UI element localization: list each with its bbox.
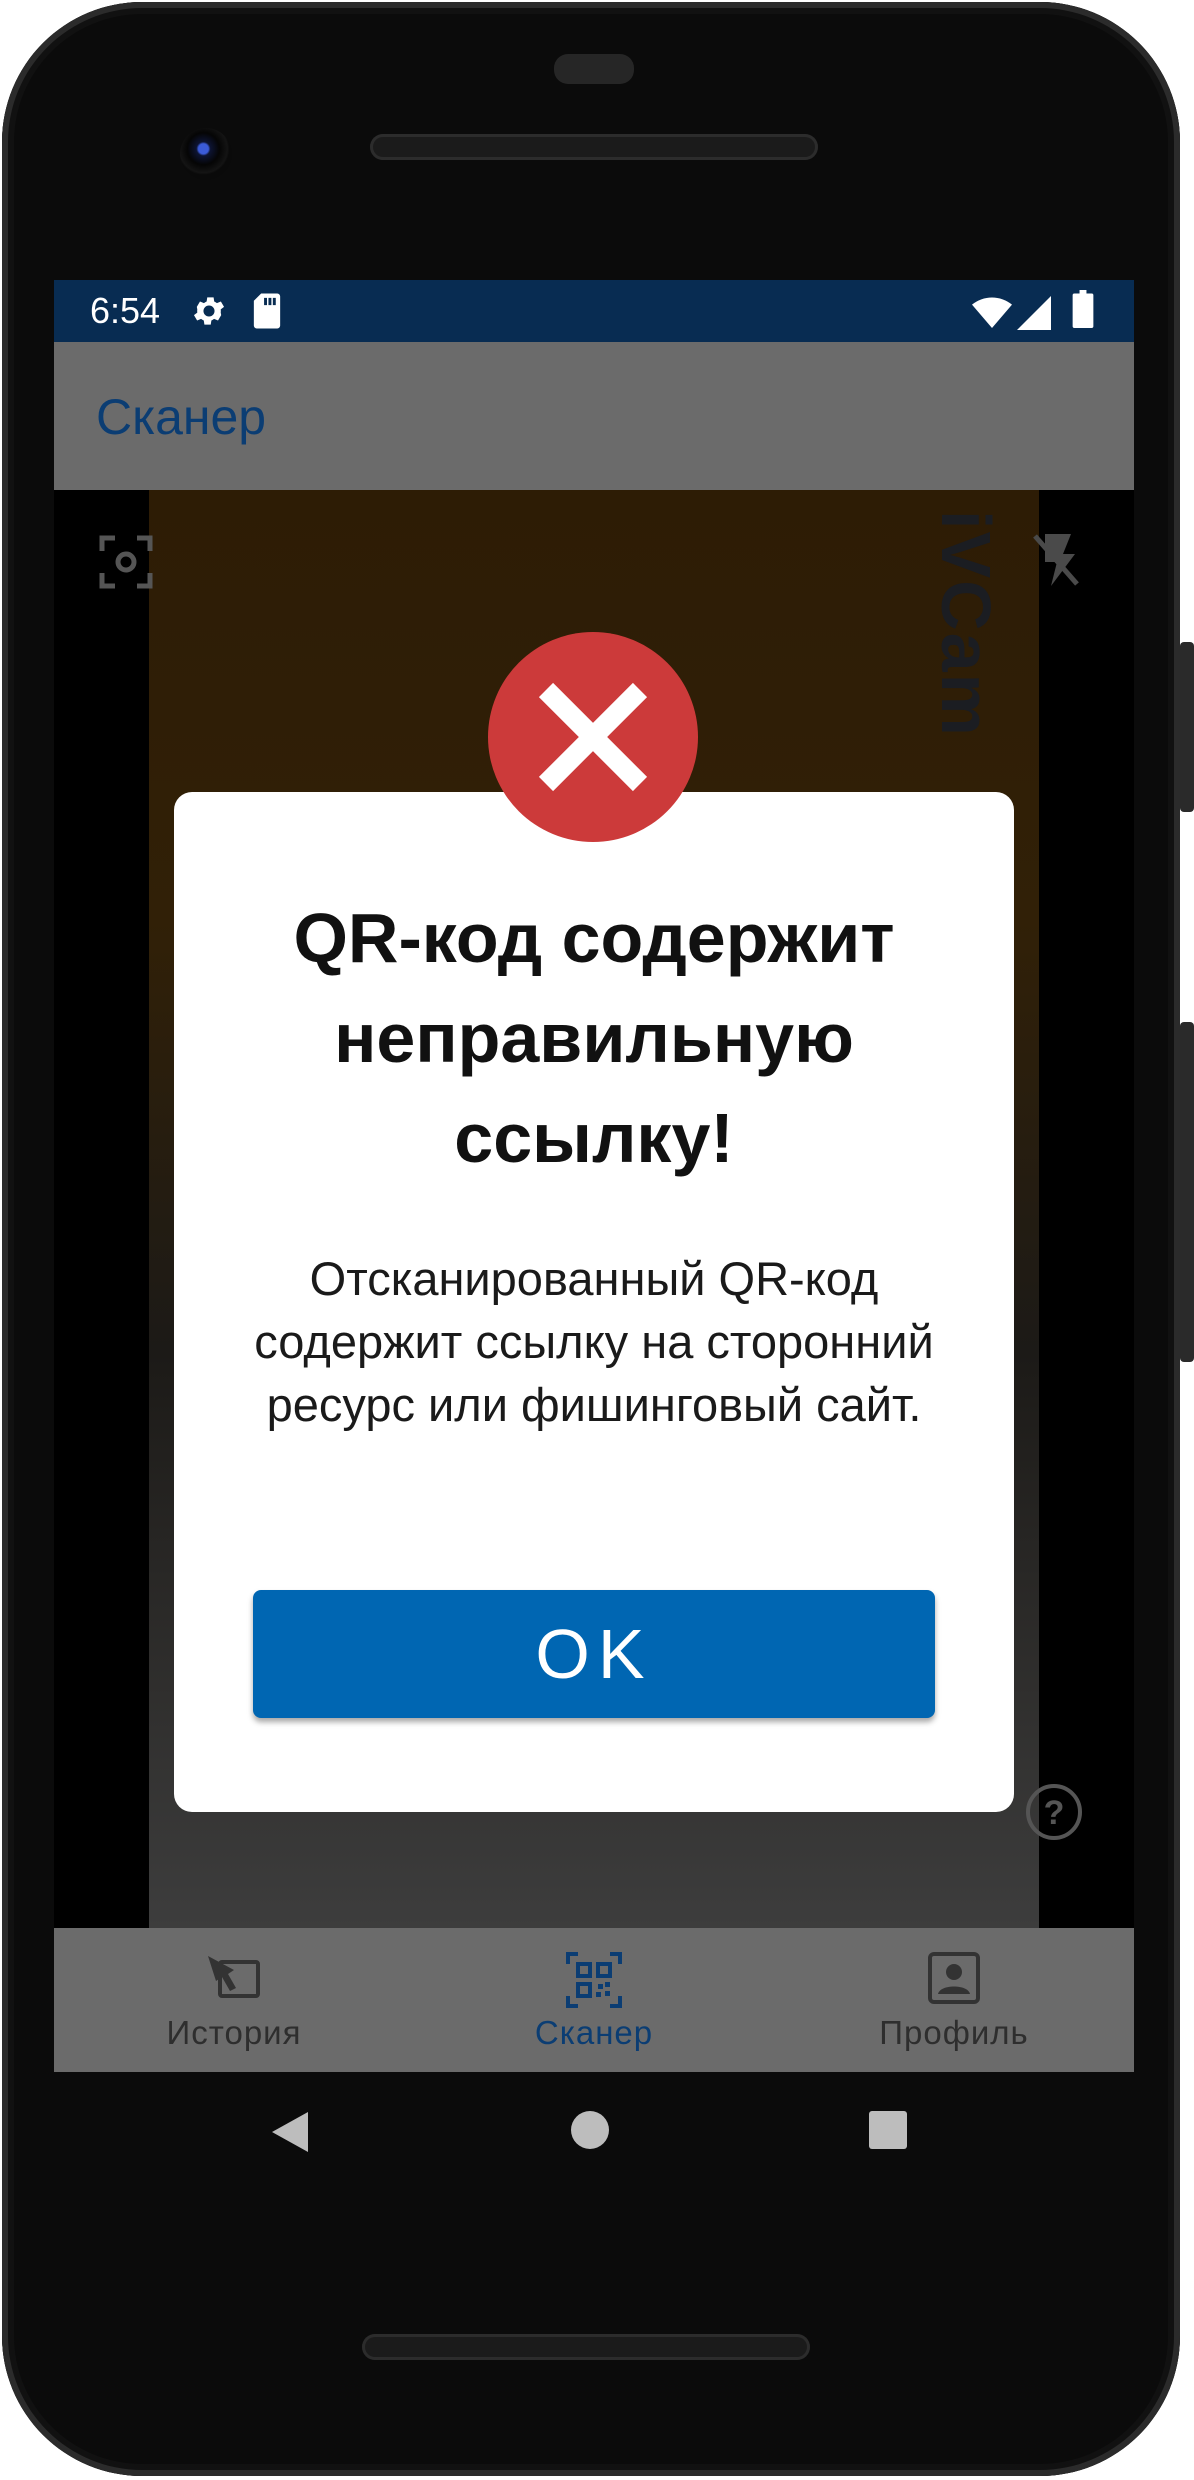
close-icon — [538, 682, 648, 792]
home-icon[interactable] — [570, 2110, 610, 2150]
volume-button — [1180, 1022, 1194, 1362]
system-nav-bar — [2, 2072, 1182, 2202]
nav-item-scanner[interactable]: Сканер — [414, 1928, 774, 2072]
dialog-message: Отсканированный QR-код содержит ссылку н… — [254, 1252, 934, 1431]
focus-icon[interactable] — [99, 535, 153, 589]
nav-label-history: История — [166, 2014, 302, 2051]
top-speaker — [370, 134, 818, 160]
nav-label-profile: Профиль — [879, 2014, 1029, 2051]
svg-text:?: ? — [1044, 1794, 1065, 1832]
power-button — [1180, 642, 1194, 812]
recents-icon[interactable] — [868, 2110, 908, 2150]
phone-frame: 6:54 Сканер iVCam ? История Сканер Профи… — [2, 2, 1194, 2476]
app-bar: Сканер — [54, 342, 1134, 490]
help-icon[interactable]: ? — [1024, 1782, 1084, 1842]
error-dialog: QR-код содержит неправильную ссылку! Отс… — [174, 792, 1014, 1812]
sd-card-icon — [253, 293, 281, 329]
battery-icon — [1072, 290, 1094, 328]
flash-off-icon[interactable] — [1029, 530, 1083, 590]
nav-item-history[interactable]: История — [54, 1928, 414, 2072]
front-camera — [180, 128, 232, 180]
status-bar: 6:54 — [54, 280, 1134, 342]
cell-signal-icon — [1017, 296, 1051, 330]
earpiece-slot — [554, 54, 634, 84]
status-time: 6:54 — [90, 290, 161, 331]
dialog-title: QR-код содержит неправильную ссылку! — [293, 899, 895, 1177]
error-x-icon — [488, 632, 698, 842]
gear-icon — [193, 297, 225, 325]
ok-button[interactable]: OK — [253, 1590, 935, 1718]
page-title: Сканер — [96, 389, 267, 445]
bottom-speaker — [362, 2334, 810, 2360]
qr-scan-icon — [566, 1952, 622, 2008]
bottom-nav: История Сканер Профиль — [54, 1928, 1134, 2072]
history-icon — [208, 1956, 260, 1998]
camera-watermark: iVCam — [927, 510, 1005, 738]
nav-item-profile[interactable]: Профиль — [774, 1928, 1134, 2072]
wifi-icon — [972, 297, 1012, 328]
nav-label-scanner: Сканер — [534, 2014, 654, 2051]
back-icon[interactable] — [270, 2110, 310, 2154]
profile-icon — [928, 1952, 980, 2004]
